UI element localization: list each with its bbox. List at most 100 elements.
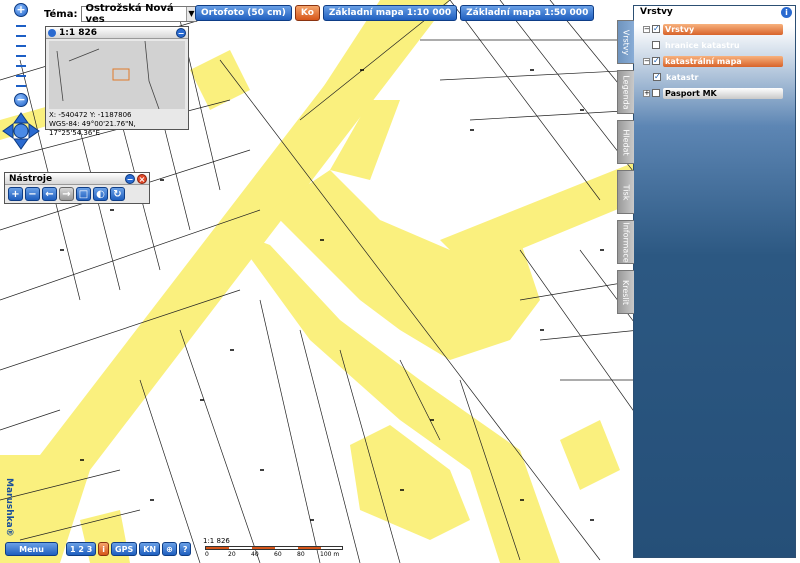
tree-node-label: katastr — [666, 72, 699, 82]
zoom-in-tool-icon[interactable]: + — [8, 187, 23, 201]
panel-header: Vrstvy i — [634, 6, 795, 19]
tab-label: Kreslit — [621, 279, 631, 305]
orange-basemap-button[interactable]: Ko — [294, 5, 320, 21]
tab-label: Informace — [621, 221, 631, 263]
checkbox-icon[interactable] — [652, 41, 660, 49]
pan-right-icon — [28, 123, 40, 139]
theme-select[interactable]: Ostrožská Nová ves ▼ — [81, 3, 198, 25]
coordinates-button[interactable]: 1 2 3 — [66, 542, 97, 556]
zoom-level-tick[interactable] — [16, 35, 26, 37]
scale-bar: 1:1 826 0 20 40 60 80 100 m — [203, 537, 348, 559]
panel-title: Vrstvy — [640, 7, 673, 17]
scale-tick: 100 m — [320, 551, 340, 558]
zoom-control: + − — [12, 3, 32, 113]
minimize-icon[interactable]: − — [176, 28, 186, 38]
theme-bar: Téma: Ostrožská Nová ves ▼ — [44, 3, 198, 25]
tab-informace[interactable]: Informace — [617, 220, 634, 264]
wgs-coordinates: WGS-84: 49°00'21.76"N, 17°25'54.36"E — [49, 120, 136, 137]
tools-header: Nástroje − × — [5, 173, 149, 185]
checkbox-icon[interactable]: ✓ — [652, 57, 660, 65]
bottom-toolbar: Menu 1 2 3 i GPS KN ⊕ ? — [5, 542, 192, 556]
theme-value: Ostrožská Nová ves — [85, 3, 174, 25]
tree-node-katastralni[interactable]: − ✓ katastrální mapa — [643, 55, 783, 67]
zoom-level-tick[interactable] — [16, 55, 26, 57]
tools-title: Nástroje — [9, 174, 53, 184]
zoom-level-tick[interactable] — [16, 45, 26, 47]
layer-tree: − ✓ Vrstvy hranice katastru − ✓ katastrá… — [643, 23, 783, 103]
xy-coordinates: X: -540472 Y: -1187806 — [49, 111, 132, 119]
tab-hledat[interactable]: Hledat — [617, 120, 634, 164]
tree-node-hranice[interactable]: hranice katastru — [643, 39, 783, 51]
scale-tick: 80 — [297, 551, 305, 558]
tab-tisk[interactable]: Tisk — [617, 170, 634, 214]
overview-map[interactable] — [49, 40, 185, 110]
tools-window: Nástroje − × + − ← → □ ◐ ↻ — [4, 172, 150, 204]
tree-node-vrstvy[interactable]: − ✓ Vrstvy — [643, 23, 783, 35]
tree-node-label: Pasport MK — [663, 87, 783, 99]
close-icon[interactable]: × — [137, 174, 147, 184]
scale-tick: 20 — [228, 551, 236, 558]
refresh-icon[interactable]: ↻ — [110, 187, 125, 201]
basemap-10000-button[interactable]: Základní mapa 1:10 000 — [322, 5, 458, 21]
pan-left-icon — [2, 123, 14, 139]
tab-label: Vrstvy — [621, 29, 631, 55]
info-icon[interactable]: i — [781, 7, 792, 18]
scale-tick: 40 — [251, 551, 259, 558]
checkbox-icon[interactable]: ✓ — [652, 25, 660, 33]
tree-node-label: katastrální mapa — [663, 55, 783, 67]
scale-bar-graphic — [205, 546, 343, 550]
ortofoto-button[interactable]: Ortofoto (50 cm) — [195, 5, 292, 21]
basemap-buttons: Ortofoto (50 cm) Ko Základní mapa 1:10 0… — [195, 5, 595, 21]
tab-kreslit[interactable]: Kreslit — [617, 270, 634, 314]
panel-tabs: Vrstvy Legenda Hledat Tisk Informace Kre… — [617, 20, 634, 320]
tab-legenda[interactable]: Legenda — [617, 70, 634, 114]
scale-tick: 0 — [205, 551, 209, 558]
pan-control[interactable] — [2, 112, 40, 150]
tab-vrstvy[interactable]: Vrstvy — [617, 20, 634, 64]
zoom-extent-icon[interactable]: □ — [76, 187, 91, 201]
scale-tick: 60 — [274, 551, 282, 558]
tree-node-katastr[interactable]: ✓ katastr — [643, 71, 783, 83]
back-arrow-icon[interactable]: ← — [42, 187, 57, 201]
gps-button[interactable]: GPS — [111, 542, 138, 556]
coordinate-readout: X: -540472 Y: -1187806 WGS-84: 49°00'21.… — [49, 111, 188, 138]
overview-header: 1:1 826 − — [46, 27, 188, 39]
pan-up-icon — [13, 112, 29, 124]
globe-icon — [48, 28, 56, 37]
kn-button[interactable]: KN — [139, 542, 161, 556]
zoom-in-button[interactable]: + — [14, 3, 28, 17]
tree-node-label: Vrstvy — [663, 23, 783, 35]
zoom-level-tick[interactable] — [16, 75, 26, 77]
extent-icon — [112, 68, 130, 81]
tab-label: Tisk — [621, 184, 631, 200]
checkbox-icon[interactable] — [652, 89, 660, 97]
theme-label: Téma: — [44, 8, 78, 20]
tab-label: Hledat — [621, 128, 631, 156]
zoom-level-tick[interactable] — [16, 25, 26, 27]
collapse-icon[interactable]: − — [643, 57, 650, 65]
tree-node-label: hranice katastru — [665, 40, 740, 50]
menu-button[interactable]: Menu — [5, 542, 58, 556]
expand-icon[interactable]: + — [643, 89, 650, 97]
help-button[interactable]: ? — [178, 542, 192, 556]
zoom-out-button[interactable]: − — [14, 93, 28, 107]
info-button[interactable]: i — [98, 542, 110, 556]
zoom-level-tick[interactable] — [16, 85, 26, 87]
forward-arrow-icon[interactable]: → — [59, 187, 74, 201]
scale-ticks: 0 20 40 60 80 100 m — [205, 551, 350, 558]
tools-row: + − ← → □ ◐ ↻ — [8, 187, 125, 201]
minimize-icon[interactable]: − — [125, 174, 135, 184]
zoom-level-tick[interactable] — [16, 65, 26, 67]
scale-ratio: 1:1 826 — [203, 537, 230, 545]
overview-window: 1:1 826 − X: -540472 Y: -1187806 WGS-84:… — [45, 26, 189, 137]
basemap-50000-button[interactable]: Základní mapa 1:50 000 — [460, 5, 595, 21]
measure-icon[interactable]: ◐ — [93, 187, 108, 201]
tab-label: Legenda — [621, 74, 631, 110]
pan-center-icon — [13, 123, 29, 139]
brand-logo: Marushka® — [4, 478, 14, 537]
collapse-icon[interactable]: − — [643, 25, 650, 33]
zoom-out-tool-icon[interactable]: − — [25, 187, 40, 201]
checkbox-icon[interactable]: ✓ — [653, 73, 661, 81]
tree-node-pasport[interactable]: + Pasport MK — [643, 87, 783, 99]
target-button[interactable]: ⊕ — [162, 542, 177, 556]
